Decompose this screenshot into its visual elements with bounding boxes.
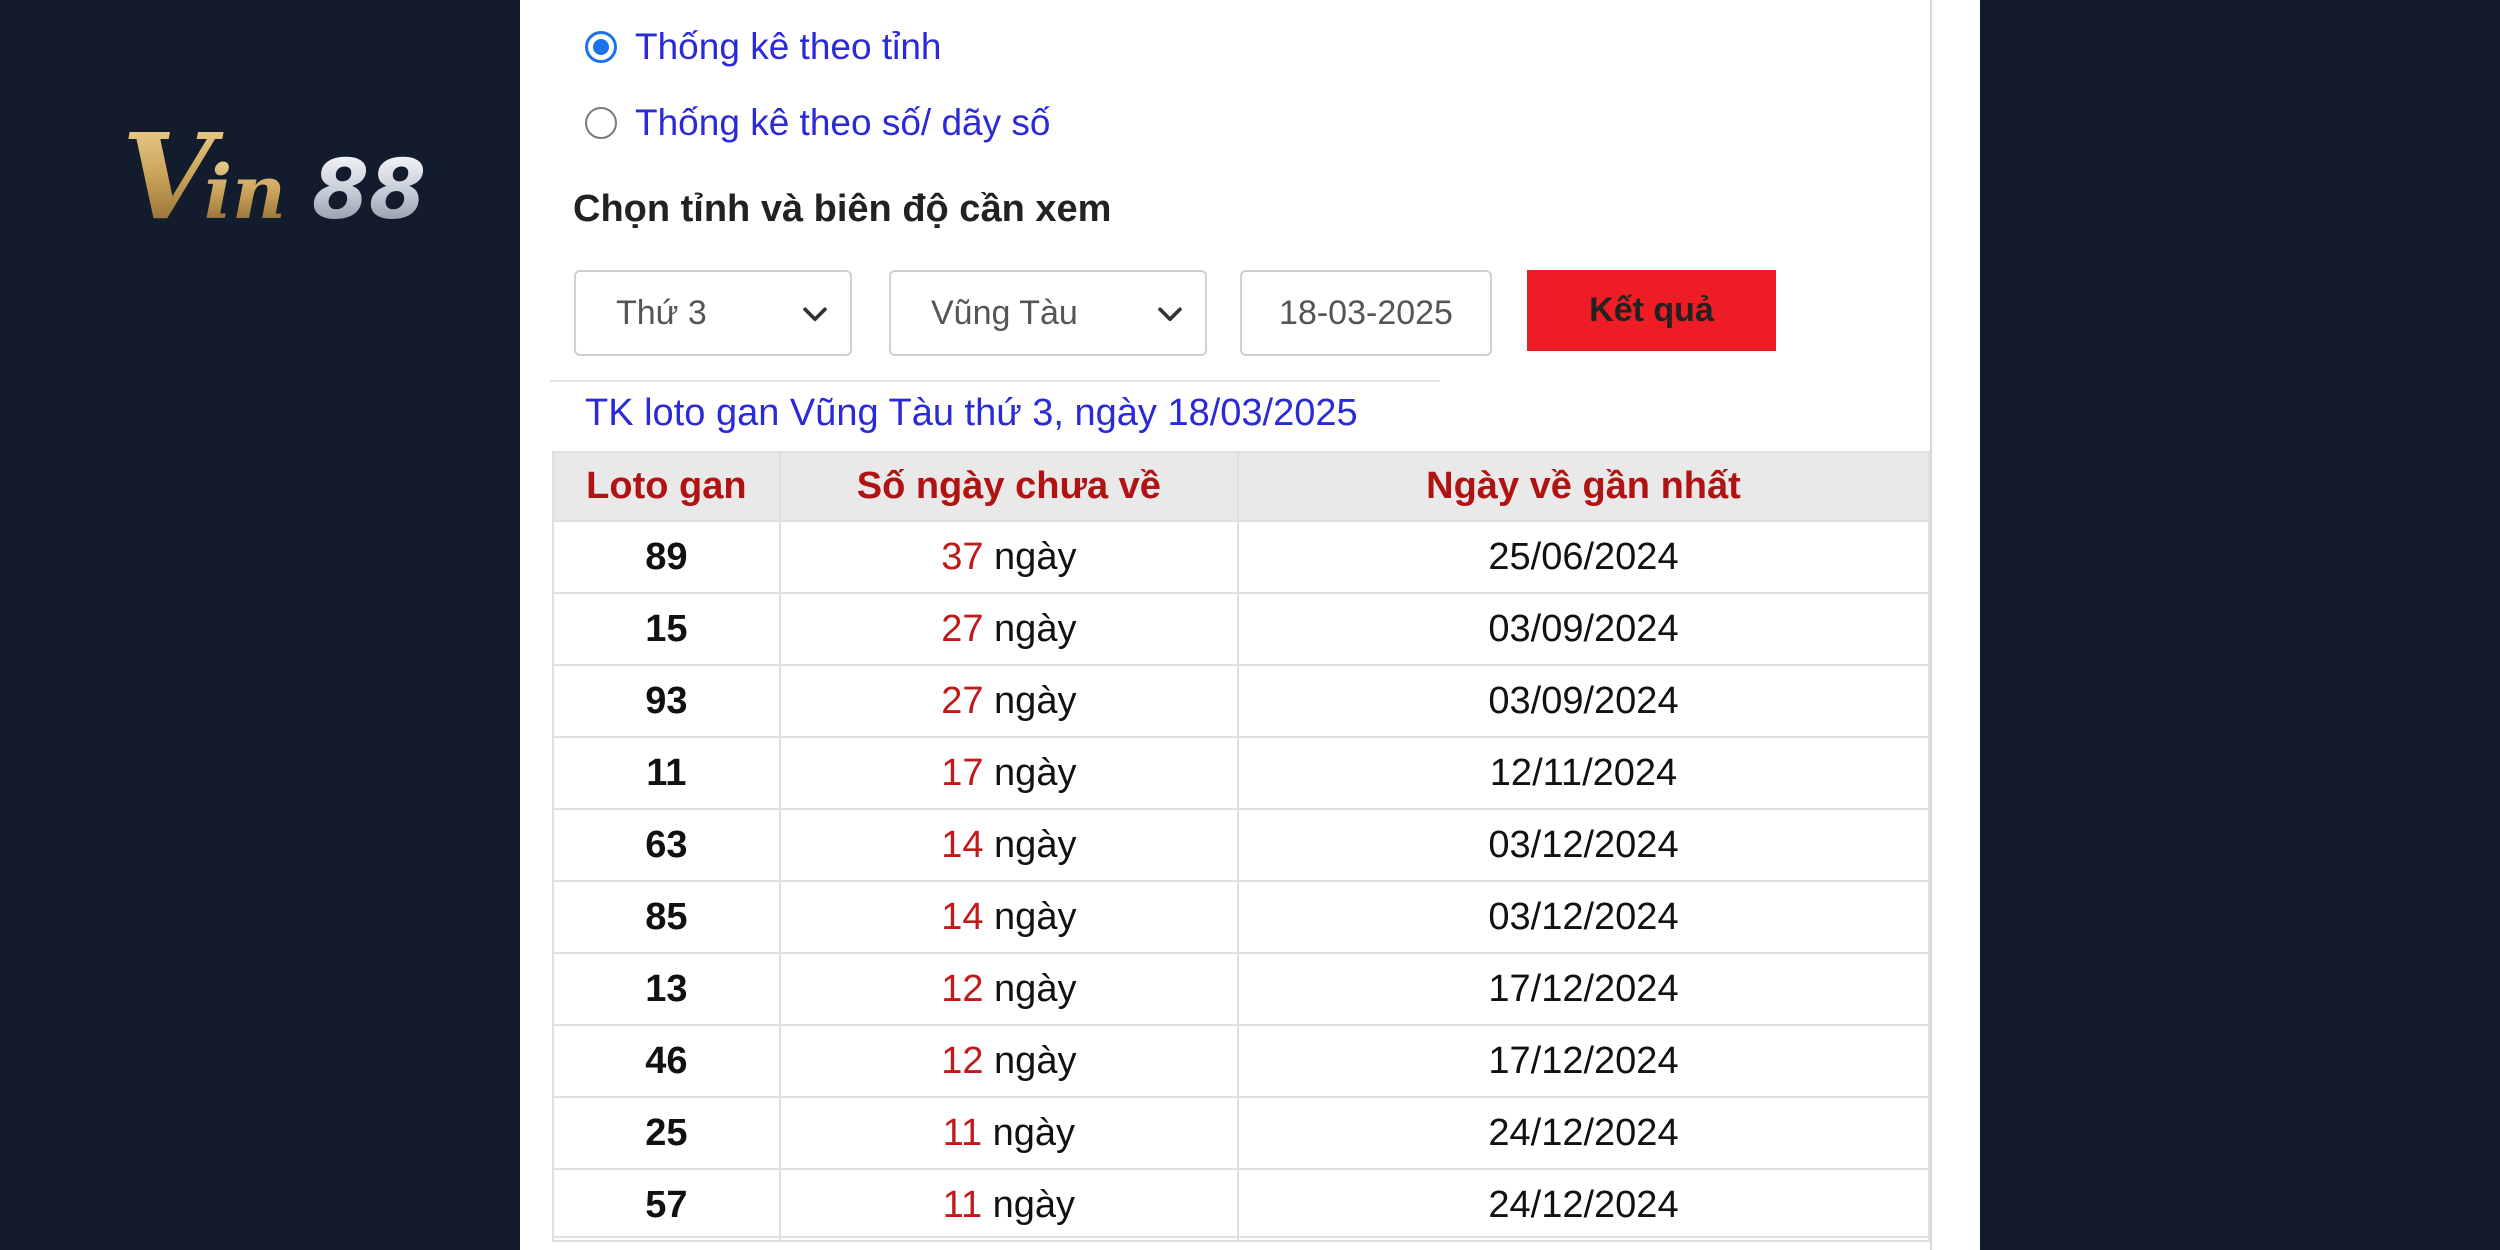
column-header-days: Số ngày chưa về [778, 451, 1239, 522]
days-absent: 11 ngày [778, 1168, 1239, 1242]
days-absent: 27 ngày [778, 664, 1239, 738]
table-row: 85 14 ngày 03/12/2024 [552, 880, 1931, 954]
loto-number: 25 [552, 1096, 781, 1170]
days-unit: ngày [992, 1111, 1076, 1154]
days-absent: 17 ngày [778, 736, 1239, 810]
loto-number: 93 [552, 664, 781, 738]
days-count: 14 [941, 895, 984, 938]
loto-number: 85 [552, 880, 781, 954]
result-caption: TK loto gan Vũng Tàu thứ 3, ngày 18/03/2… [585, 392, 1358, 434]
date-input[interactable]: 18-03-2025 [1240, 270, 1492, 356]
radio-by-number[interactable]: Thống kê theo số/ dãy số [585, 102, 1051, 144]
table-row: 89 37 ngày 25/06/2024 [552, 520, 1931, 594]
last-date: 12/11/2024 [1236, 736, 1931, 810]
table-row: 57 11 ngày 24/12/2024 [552, 1168, 1931, 1242]
table-row: 46 12 ngày 17/12/2024 [552, 1024, 1931, 1098]
radio-checked-icon[interactable] [585, 31, 617, 63]
table-row: 15 27 ngày 03/09/2024 [552, 592, 1931, 666]
radio-unchecked-icon[interactable] [585, 107, 617, 139]
last-date: 03/09/2024 [1236, 592, 1931, 666]
panel-border [1930, 0, 1932, 1250]
days-unit: ngày [992, 1183, 1076, 1226]
days-count: 12 [941, 1039, 984, 1082]
days-unit: ngày [994, 751, 1077, 794]
days-count: 11 [942, 1183, 983, 1226]
days-absent: 27 ngày [778, 592, 1239, 666]
last-date: 25/06/2024 [1236, 520, 1931, 594]
days-unit: ngày [994, 967, 1077, 1010]
days-count: 27 [941, 679, 984, 722]
day-select-value: Thứ 3 [616, 293, 707, 332]
loto-number: 57 [552, 1168, 781, 1242]
days-absent: 11 ngày [778, 1096, 1239, 1170]
days-absent: 37 ngày [778, 520, 1239, 594]
radio-by-province-label: Thống kê theo tỉnh [635, 26, 942, 67]
svg-text:in: in [204, 150, 286, 230]
days-unit: ngày [994, 895, 1077, 938]
days-unit: ngày [994, 607, 1077, 650]
loto-number: 15 [552, 592, 781, 666]
radio-by-province[interactable]: Thống kê theo tỉnh [585, 26, 942, 68]
last-date: 24/12/2024 [1236, 1168, 1931, 1242]
chevron-down-icon [803, 307, 827, 322]
radio-by-number-label: Thống kê theo số/ dãy số [635, 102, 1051, 143]
table-row: 93 27 ngày 03/09/2024 [552, 664, 1931, 738]
caption-divider [550, 380, 1440, 382]
last-date: 17/12/2024 [1236, 1024, 1931, 1098]
table-row: 25 11 ngày 24/12/2024 [552, 1096, 1931, 1170]
loto-number: 89 [552, 520, 781, 594]
last-date: 03/12/2024 [1236, 880, 1931, 954]
table-row: 11 17 ngày 12/11/2024 [552, 736, 1931, 810]
days-count: 17 [941, 751, 984, 794]
province-select-value: Vũng Tàu [931, 293, 1078, 332]
days-unit: ngày [994, 535, 1077, 578]
province-select[interactable]: Vũng Tàu [889, 270, 1207, 356]
statistics-panel: Thống kê theo tỉnh Thống kê theo số/ dãy… [520, 0, 1980, 1250]
loto-number: 63 [552, 808, 781, 882]
days-unit: ngày [994, 679, 1077, 722]
loto-number: 46 [552, 1024, 781, 1098]
result-button[interactable]: Kết quả [1527, 270, 1776, 351]
days-count: 27 [941, 607, 984, 650]
chevron-down-icon [1158, 307, 1182, 322]
day-select[interactable]: Thứ 3 [574, 270, 852, 356]
last-date: 03/12/2024 [1236, 808, 1931, 882]
table-row: 63 14 ngày 03/12/2024 [552, 808, 1931, 882]
days-count: 14 [941, 823, 984, 866]
last-date: 03/09/2024 [1236, 664, 1931, 738]
column-header-loto: Loto gan [552, 451, 781, 522]
days-absent: 12 ngày [778, 1024, 1239, 1098]
days-count: 11 [942, 1111, 983, 1154]
svg-text:88: 88 [312, 143, 426, 230]
column-header-last-date: Ngày về gần nhất [1236, 451, 1931, 522]
last-date: 24/12/2024 [1236, 1096, 1931, 1170]
days-count: 12 [941, 967, 984, 1010]
table-row: 13 12 ngày 17/12/2024 [552, 952, 1931, 1026]
days-unit: ngày [994, 1039, 1077, 1082]
days-absent: 12 ngày [778, 952, 1239, 1026]
vin88-logo: V in 88 [122, 118, 482, 230]
days-unit: ngày [994, 823, 1077, 866]
table-header-row: Loto gan Số ngày chưa về Ngày về gần nhấ… [552, 451, 1931, 522]
loto-number: 13 [552, 952, 781, 1026]
section-label: Chọn tỉnh và biên độ cần xem [573, 188, 1112, 230]
loto-number: 11 [552, 736, 781, 810]
days-count: 37 [941, 535, 984, 578]
loto-gan-table: Loto gan Số ngày chưa về Ngày về gần nhấ… [552, 451, 1931, 1242]
table-row-partial [552, 1236, 1930, 1250]
last-date: 17/12/2024 [1236, 952, 1931, 1026]
days-absent: 14 ngày [778, 880, 1239, 954]
days-absent: 14 ngày [778, 808, 1239, 882]
